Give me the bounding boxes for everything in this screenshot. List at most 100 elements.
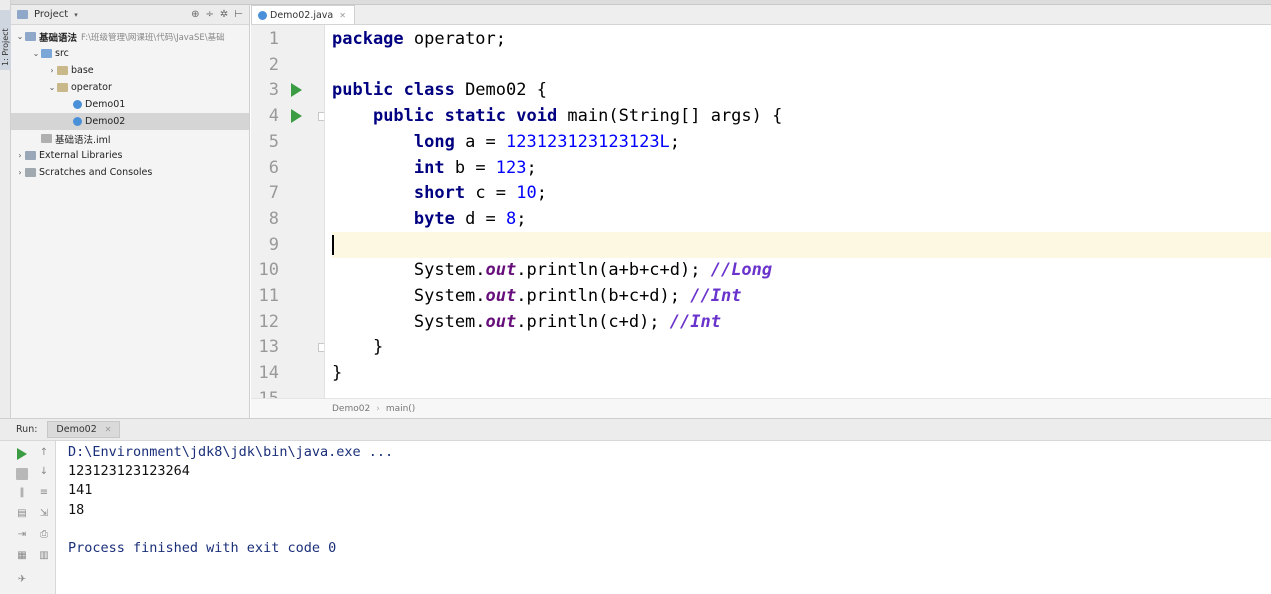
code-line[interactable]: public static void main(String[] args) { — [332, 103, 1271, 129]
tree-item-label: Scratches and Consoles — [39, 167, 153, 178]
run-gutter-icon[interactable] — [291, 109, 302, 124]
gear-icon[interactable]: ✲ — [220, 9, 228, 20]
line-number: 6 — [268, 157, 279, 178]
tree-item-label: base — [71, 65, 94, 76]
run-label: Run: — [16, 424, 38, 435]
tab-demo02-java[interactable]: Demo02.java ✕ — [251, 5, 355, 24]
code-line[interactable]: package operator; — [332, 26, 1271, 52]
tree-item[interactable]: Demo02 — [11, 113, 249, 130]
line-number: 4 — [268, 106, 279, 127]
code-token: System. — [332, 286, 486, 306]
code-token: ; — [526, 157, 537, 178]
tree-item[interactable]: Demo01 — [11, 96, 249, 113]
arrow-up-icon[interactable]: ↑ — [38, 447, 50, 459]
breadcrumb-class[interactable]: Demo02 — [332, 404, 370, 414]
fold-icon[interactable] — [318, 343, 324, 353]
code-token: long — [413, 131, 455, 152]
trash-icon[interactable]: ▥ — [38, 550, 50, 562]
code-area[interactable]: package operator; public class Demo02 { p… — [332, 25, 1271, 398]
code-line[interactable]: byte d = 8; — [332, 206, 1271, 232]
exit-icon[interactable]: ⇥ — [16, 529, 28, 541]
project-tool-window-button[interactable]: 1: Project — [0, 10, 11, 70]
code-line[interactable]: System.out.println(c+d); //Int — [332, 309, 1271, 335]
code-token: public static void — [372, 106, 558, 127]
fold-icon[interactable] — [318, 112, 324, 122]
line-number: 13 — [258, 337, 279, 358]
line-number: 10 — [258, 260, 279, 281]
layout-icon[interactable]: ▦ — [16, 550, 28, 562]
chevron-right-icon[interactable]: › — [47, 66, 57, 75]
tree-item[interactable]: ⌄ operator — [11, 79, 249, 96]
code-line[interactable] — [332, 52, 1271, 78]
project-panel-tools: ⊕ ÷ ✲ ⊢ — [191, 9, 249, 20]
code-line[interactable]: int b = 123; — [332, 155, 1271, 181]
tree-item[interactable]: › External Libraries — [11, 147, 249, 164]
code-token: .println(c+d); — [516, 311, 670, 332]
code-token: ; — [669, 131, 681, 152]
console-output[interactable]: D:\Environment\jdk8\jdk\bin\java.exe ...… — [68, 441, 1271, 594]
collapse-all-icon[interactable]: ÷ — [206, 9, 214, 20]
tree-item[interactable]: › Scratches and Consoles — [11, 164, 249, 181]
project-panel-title[interactable]: Project — [34, 9, 68, 20]
pin-icon[interactable]: ✈ — [16, 574, 28, 586]
code-line[interactable]: } — [332, 360, 1271, 386]
arrow-down-icon[interactable]: ↓ — [38, 466, 50, 478]
tree-item[interactable]: 基础语法.iml — [11, 130, 249, 147]
chevron-down-icon[interactable]: ⌄ — [15, 32, 25, 41]
console-line: Process finished with exit code 0 — [68, 540, 337, 556]
scroll-to-end-icon[interactable]: ⇲ — [38, 508, 50, 520]
code-line[interactable] — [332, 231, 1271, 258]
code-token: public class — [332, 80, 455, 101]
run-gutter-icon[interactable] — [291, 83, 302, 98]
chevron-down-icon[interactable]: ⌄ — [31, 49, 41, 58]
tree-item-label: src — [55, 48, 69, 59]
code-token: short — [413, 183, 466, 204]
iml-file-icon — [41, 134, 52, 143]
chevron-right-icon: › — [376, 403, 380, 414]
project-panel: Project ▾ ⊕ ÷ ✲ ⊢ ⌄ 基础语法 F:\班级管理\网课班\代码\Ja… — [11, 5, 250, 418]
code-line[interactable]: System.out.println(a+b+c+d); //Long — [332, 257, 1271, 283]
code-line[interactable]: short c = 10; — [332, 180, 1271, 206]
tree-item[interactable]: › base — [11, 62, 249, 79]
chevron-right-icon[interactable]: › — [15, 151, 25, 160]
close-icon[interactable]: ✕ — [339, 11, 346, 20]
soft-wrap-icon[interactable]: ≡ — [38, 487, 50, 499]
code-line[interactable]: System.out.println(b+c+d); //Int — [332, 283, 1271, 309]
target-icon[interactable]: ⊕ — [191, 9, 199, 20]
code-line[interactable]: } — [332, 334, 1271, 360]
breadcrumb-method[interactable]: main() — [386, 404, 416, 414]
rerun-icon[interactable] — [17, 448, 27, 460]
hide-icon[interactable]: ⊢ — [234, 9, 243, 20]
code-line[interactable]: long a = 123123123123123L; — [332, 129, 1271, 155]
editor-tab-bar: Demo02.java ✕ — [251, 5, 1271, 25]
tree-item[interactable]: ⌄ 基础语法 F:\班级管理\网课班\代码\JavaSE\基础 — [11, 28, 249, 45]
code-token: 123123123123123L — [506, 131, 670, 152]
code-line[interactable] — [332, 386, 1271, 398]
chevron-right-icon[interactable]: › — [15, 168, 25, 177]
code-token: //Long — [710, 260, 773, 281]
chevron-down-icon[interactable]: ⌄ — [47, 83, 57, 92]
scratch-icon — [25, 168, 36, 177]
run-tab-demo02[interactable]: Demo02 ✕ — [47, 421, 121, 438]
code-token: } — [332, 337, 384, 358]
package-icon — [57, 66, 68, 75]
print-icon[interactable]: ⎙ — [38, 529, 50, 541]
console-line: 18 — [68, 501, 85, 518]
stop-icon[interactable] — [16, 468, 28, 480]
pause-icon[interactable]: ‖ — [16, 487, 28, 499]
tree-item[interactable]: ⌄ src — [11, 45, 249, 62]
run-toolbar: ↑ ↓ ‖ ≡ ▤ ⇲ ⇥ ⎙ ▦ ▥ ✈ — [0, 441, 56, 594]
dump-threads-icon[interactable]: ▤ — [16, 508, 28, 520]
close-icon[interactable]: ✕ — [105, 425, 112, 434]
code-token: .println(a+b+c+d); — [516, 260, 711, 281]
code-token: .println(b+c+d); — [516, 286, 691, 306]
code-token: out — [485, 260, 517, 281]
tree-item-label: Demo01 — [85, 99, 126, 110]
code-token: 123 — [495, 157, 527, 178]
chevron-down-icon[interactable]: ▾ — [74, 11, 78, 19]
console-line: D:\Environment\jdk8\jdk\bin\java.exe ... — [68, 444, 394, 460]
code-line[interactable]: public class Demo02 { — [332, 77, 1271, 103]
console-line: 123123123123264 — [68, 463, 190, 480]
